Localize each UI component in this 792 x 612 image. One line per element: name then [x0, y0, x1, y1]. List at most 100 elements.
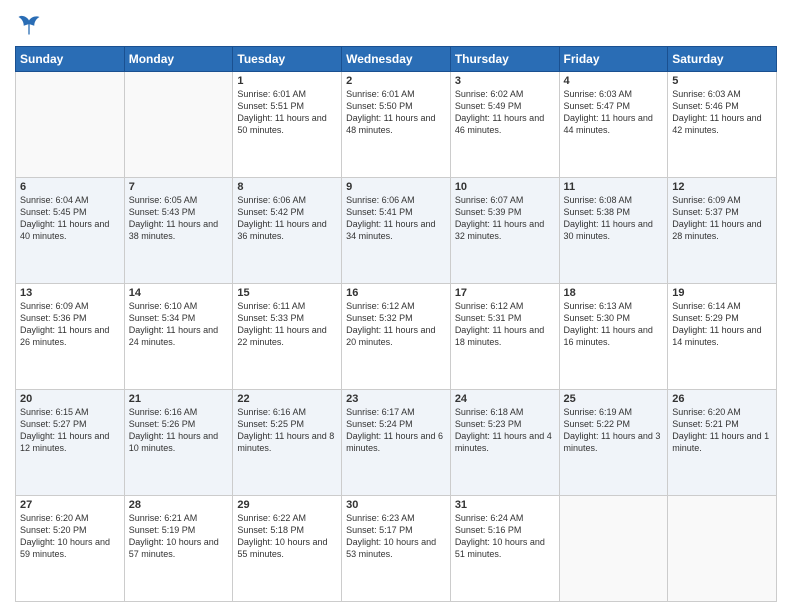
- calendar-cell: 14Sunrise: 6:10 AM Sunset: 5:34 PM Dayli…: [124, 284, 233, 390]
- calendar-cell: 4Sunrise: 6:03 AM Sunset: 5:47 PM Daylig…: [559, 72, 668, 178]
- cell-content: Sunrise: 6:09 AM Sunset: 5:36 PM Dayligh…: [20, 300, 120, 349]
- calendar-cell: 12Sunrise: 6:09 AM Sunset: 5:37 PM Dayli…: [668, 178, 777, 284]
- day-number: 16: [346, 287, 446, 299]
- day-number: 19: [672, 287, 772, 299]
- cell-content: Sunrise: 6:04 AM Sunset: 5:45 PM Dayligh…: [20, 194, 120, 243]
- calendar-week-row: 13Sunrise: 6:09 AM Sunset: 5:36 PM Dayli…: [16, 284, 777, 390]
- page: SundayMondayTuesdayWednesdayThursdayFrid…: [0, 0, 792, 612]
- cell-content: Sunrise: 6:01 AM Sunset: 5:51 PM Dayligh…: [237, 88, 337, 137]
- cell-content: Sunrise: 6:12 AM Sunset: 5:32 PM Dayligh…: [346, 300, 446, 349]
- calendar-cell: 18Sunrise: 6:13 AM Sunset: 5:30 PM Dayli…: [559, 284, 668, 390]
- calendar-cell: 27Sunrise: 6:20 AM Sunset: 5:20 PM Dayli…: [16, 496, 125, 602]
- calendar-cell: 8Sunrise: 6:06 AM Sunset: 5:42 PM Daylig…: [233, 178, 342, 284]
- day-number: 17: [455, 287, 555, 299]
- day-number: 20: [20, 393, 120, 405]
- day-number: 21: [129, 393, 229, 405]
- day-number: 10: [455, 181, 555, 193]
- calendar-cell: 3Sunrise: 6:02 AM Sunset: 5:49 PM Daylig…: [450, 72, 559, 178]
- cell-content: Sunrise: 6:02 AM Sunset: 5:49 PM Dayligh…: [455, 88, 555, 137]
- cell-content: Sunrise: 6:19 AM Sunset: 5:22 PM Dayligh…: [564, 406, 664, 455]
- cell-content: Sunrise: 6:23 AM Sunset: 5:17 PM Dayligh…: [346, 512, 446, 561]
- calendar-cell: 15Sunrise: 6:11 AM Sunset: 5:33 PM Dayli…: [233, 284, 342, 390]
- cell-content: Sunrise: 6:07 AM Sunset: 5:39 PM Dayligh…: [455, 194, 555, 243]
- cell-content: Sunrise: 6:20 AM Sunset: 5:21 PM Dayligh…: [672, 406, 772, 455]
- calendar-header-sunday: Sunday: [16, 47, 125, 72]
- cell-content: Sunrise: 6:06 AM Sunset: 5:42 PM Dayligh…: [237, 194, 337, 243]
- cell-content: Sunrise: 6:10 AM Sunset: 5:34 PM Dayligh…: [129, 300, 229, 349]
- cell-content: Sunrise: 6:17 AM Sunset: 5:24 PM Dayligh…: [346, 406, 446, 455]
- day-number: 4: [564, 75, 664, 87]
- cell-content: Sunrise: 6:11 AM Sunset: 5:33 PM Dayligh…: [237, 300, 337, 349]
- calendar-header-friday: Friday: [559, 47, 668, 72]
- calendar-cell: [559, 496, 668, 602]
- calendar-cell: 21Sunrise: 6:16 AM Sunset: 5:26 PM Dayli…: [124, 390, 233, 496]
- cell-content: Sunrise: 6:18 AM Sunset: 5:23 PM Dayligh…: [455, 406, 555, 455]
- day-number: 27: [20, 499, 120, 511]
- calendar-header-thursday: Thursday: [450, 47, 559, 72]
- day-number: 2: [346, 75, 446, 87]
- day-number: 31: [455, 499, 555, 511]
- cell-content: Sunrise: 6:12 AM Sunset: 5:31 PM Dayligh…: [455, 300, 555, 349]
- day-number: 12: [672, 181, 772, 193]
- calendar-cell: [124, 72, 233, 178]
- calendar-cell: 13Sunrise: 6:09 AM Sunset: 5:36 PM Dayli…: [16, 284, 125, 390]
- calendar-week-row: 27Sunrise: 6:20 AM Sunset: 5:20 PM Dayli…: [16, 496, 777, 602]
- calendar-week-row: 6Sunrise: 6:04 AM Sunset: 5:45 PM Daylig…: [16, 178, 777, 284]
- cell-content: Sunrise: 6:06 AM Sunset: 5:41 PM Dayligh…: [346, 194, 446, 243]
- calendar-cell: 11Sunrise: 6:08 AM Sunset: 5:38 PM Dayli…: [559, 178, 668, 284]
- logo-icon: [15, 10, 43, 38]
- calendar-cell: 24Sunrise: 6:18 AM Sunset: 5:23 PM Dayli…: [450, 390, 559, 496]
- day-number: 9: [346, 181, 446, 193]
- day-number: 6: [20, 181, 120, 193]
- calendar-cell: 10Sunrise: 6:07 AM Sunset: 5:39 PM Dayli…: [450, 178, 559, 284]
- calendar-cell: 17Sunrise: 6:12 AM Sunset: 5:31 PM Dayli…: [450, 284, 559, 390]
- cell-content: Sunrise: 6:24 AM Sunset: 5:16 PM Dayligh…: [455, 512, 555, 561]
- cell-content: Sunrise: 6:09 AM Sunset: 5:37 PM Dayligh…: [672, 194, 772, 243]
- calendar-cell: 1Sunrise: 6:01 AM Sunset: 5:51 PM Daylig…: [233, 72, 342, 178]
- cell-content: Sunrise: 6:03 AM Sunset: 5:47 PM Dayligh…: [564, 88, 664, 137]
- calendar-cell: 23Sunrise: 6:17 AM Sunset: 5:24 PM Dayli…: [342, 390, 451, 496]
- calendar-cell: 29Sunrise: 6:22 AM Sunset: 5:18 PM Dayli…: [233, 496, 342, 602]
- calendar-cell: 5Sunrise: 6:03 AM Sunset: 5:46 PM Daylig…: [668, 72, 777, 178]
- day-number: 14: [129, 287, 229, 299]
- day-number: 23: [346, 393, 446, 405]
- calendar-week-row: 1Sunrise: 6:01 AM Sunset: 5:51 PM Daylig…: [16, 72, 777, 178]
- cell-content: Sunrise: 6:22 AM Sunset: 5:18 PM Dayligh…: [237, 512, 337, 561]
- cell-content: Sunrise: 6:08 AM Sunset: 5:38 PM Dayligh…: [564, 194, 664, 243]
- calendar-cell: 20Sunrise: 6:15 AM Sunset: 5:27 PM Dayli…: [16, 390, 125, 496]
- calendar-week-row: 20Sunrise: 6:15 AM Sunset: 5:27 PM Dayli…: [16, 390, 777, 496]
- cell-content: Sunrise: 6:20 AM Sunset: 5:20 PM Dayligh…: [20, 512, 120, 561]
- cell-content: Sunrise: 6:16 AM Sunset: 5:25 PM Dayligh…: [237, 406, 337, 455]
- cell-content: Sunrise: 6:05 AM Sunset: 5:43 PM Dayligh…: [129, 194, 229, 243]
- day-number: 15: [237, 287, 337, 299]
- day-number: 1: [237, 75, 337, 87]
- calendar-table: SundayMondayTuesdayWednesdayThursdayFrid…: [15, 46, 777, 602]
- day-number: 26: [672, 393, 772, 405]
- calendar-cell: [668, 496, 777, 602]
- calendar-header-monday: Monday: [124, 47, 233, 72]
- calendar-cell: 25Sunrise: 6:19 AM Sunset: 5:22 PM Dayli…: [559, 390, 668, 496]
- day-number: 22: [237, 393, 337, 405]
- calendar-cell: 19Sunrise: 6:14 AM Sunset: 5:29 PM Dayli…: [668, 284, 777, 390]
- cell-content: Sunrise: 6:01 AM Sunset: 5:50 PM Dayligh…: [346, 88, 446, 137]
- day-number: 28: [129, 499, 229, 511]
- day-number: 8: [237, 181, 337, 193]
- calendar-cell: 2Sunrise: 6:01 AM Sunset: 5:50 PM Daylig…: [342, 72, 451, 178]
- calendar-header-wednesday: Wednesday: [342, 47, 451, 72]
- day-number: 25: [564, 393, 664, 405]
- calendar-cell: 31Sunrise: 6:24 AM Sunset: 5:16 PM Dayli…: [450, 496, 559, 602]
- calendar-header-row: SundayMondayTuesdayWednesdayThursdayFrid…: [16, 47, 777, 72]
- cell-content: Sunrise: 6:16 AM Sunset: 5:26 PM Dayligh…: [129, 406, 229, 455]
- calendar-cell: 16Sunrise: 6:12 AM Sunset: 5:32 PM Dayli…: [342, 284, 451, 390]
- header: [15, 10, 777, 38]
- cell-content: Sunrise: 6:13 AM Sunset: 5:30 PM Dayligh…: [564, 300, 664, 349]
- day-number: 24: [455, 393, 555, 405]
- day-number: 13: [20, 287, 120, 299]
- calendar-cell: [16, 72, 125, 178]
- calendar-cell: 7Sunrise: 6:05 AM Sunset: 5:43 PM Daylig…: [124, 178, 233, 284]
- calendar-cell: 26Sunrise: 6:20 AM Sunset: 5:21 PM Dayli…: [668, 390, 777, 496]
- calendar-cell: 6Sunrise: 6:04 AM Sunset: 5:45 PM Daylig…: [16, 178, 125, 284]
- cell-content: Sunrise: 6:21 AM Sunset: 5:19 PM Dayligh…: [129, 512, 229, 561]
- logo: [15, 10, 45, 38]
- cell-content: Sunrise: 6:15 AM Sunset: 5:27 PM Dayligh…: [20, 406, 120, 455]
